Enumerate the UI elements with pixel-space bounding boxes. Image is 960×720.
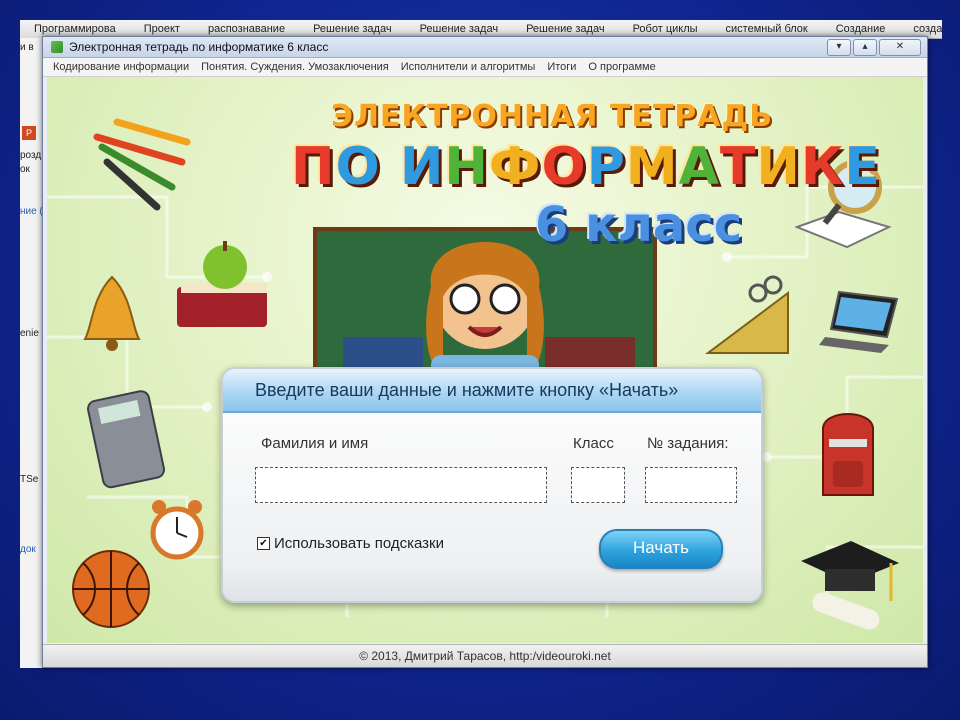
task-number-input[interactable] — [645, 467, 737, 503]
laptop-icon — [819, 290, 899, 353]
title-bar[interactable]: Электронная тетрадь по информатике 6 кла… — [43, 37, 927, 58]
taskbar-item[interactable]: Создание — [822, 23, 900, 35]
menu-item-about[interactable]: О программе — [582, 61, 661, 73]
taskbar-item[interactable]: Решение задач — [299, 23, 406, 35]
banner-letter: А — [678, 137, 720, 197]
banner-letter: О — [541, 137, 587, 197]
class-input[interactable] — [571, 467, 625, 503]
start-button[interactable]: Начать — [599, 529, 723, 569]
taskbar-item[interactable]: Проект — [130, 23, 194, 35]
banner-letter: Е — [844, 137, 881, 197]
taskbar-item[interactable]: Решение задач — [406, 23, 513, 35]
bg-text-fragment: ние ( — [20, 206, 43, 217]
minimize-button[interactable]: ▾ — [827, 39, 851, 56]
banner-letter: Н — [444, 137, 489, 197]
taskbar-item[interactable]: Робот циклы — [619, 23, 712, 35]
banner-letter: К — [800, 137, 845, 197]
taskbar-item[interactable]: распознавание — [194, 23, 299, 35]
hints-option[interactable]: ✔ Использовать подсказки — [257, 535, 444, 552]
window-controls: ▾ ▴ ✕ — [827, 39, 921, 56]
banner-letter: М — [625, 137, 679, 197]
backpack-icon — [822, 413, 874, 496]
menu-item-executors[interactable]: Исполнители и алгоритмы — [395, 61, 542, 73]
dialog-header: Введите ваши данные и нажмите кнопку «На… — [223, 369, 761, 413]
background-window: и в P розд ок ние ( enie TSe док — [20, 38, 43, 668]
bg-text-fragment: ок — [20, 164, 30, 175]
app-window: Электронная тетрадь по информатике 6 кла… — [42, 36, 928, 668]
pencils-icon — [93, 118, 191, 211]
banner-letter: П — [291, 137, 336, 197]
bg-text-fragment: док — [20, 544, 36, 555]
banner-letter: И — [756, 137, 801, 197]
bg-text-fragment: розд — [20, 150, 42, 161]
bg-text-fragment: и в — [20, 42, 34, 53]
ruler-scissors-icon — [705, 275, 789, 354]
menu-item-concepts[interactable]: Понятия. Суждения. Умозаключения — [195, 61, 395, 73]
hints-label: Использовать подсказки — [274, 535, 444, 552]
banner-letter: И — [399, 137, 445, 197]
app-icon — [51, 41, 63, 53]
name-label: Фамилия и имя — [261, 435, 369, 452]
taskbar-item[interactable]: системный блок — [712, 23, 822, 35]
dialog-title: Введите ваши данные и нажмите кнопку «На… — [255, 379, 679, 400]
banner-title-line3: 6 класс — [535, 197, 743, 253]
name-input[interactable] — [255, 467, 547, 503]
banner-letter: Ф — [488, 137, 542, 197]
footer-copyright: © 2013, Дмитрий Тарасов, http:/videourok… — [43, 644, 927, 667]
task-label: № задания: — [647, 435, 729, 452]
restore-button[interactable]: ▴ — [853, 39, 877, 56]
bg-text-fragment: TSe — [20, 474, 39, 485]
graduation-cap-icon — [801, 541, 899, 630]
class-label: Класс — [573, 435, 614, 452]
close-button[interactable]: ✕ — [879, 39, 921, 56]
window-title: Электронная тетрадь по информатике 6 кла… — [69, 40, 329, 54]
banner-title-line2: ПО ИНФОРМАТИКЕ — [291, 137, 881, 197]
banner-letter: Р — [586, 137, 626, 197]
menu-item-results[interactable]: Итоги — [541, 61, 582, 73]
bell-icon — [83, 275, 141, 351]
hints-checkbox[interactable]: ✔ — [257, 537, 270, 550]
book-apple-icon — [177, 241, 267, 327]
taskbar-item[interactable]: создан — [899, 23, 942, 35]
banner-letter: О — [335, 137, 381, 197]
bg-text-fragment: enie — [20, 328, 39, 339]
main-canvas: ЭЛЕКТРОННАЯ ТЕТРАДЬ ПО ИНФОРМАТИКЕ 6 кла… — [47, 77, 923, 643]
start-dialog: Введите ваши данные и нажмите кнопку «На… — [221, 367, 763, 603]
menu-item-coding[interactable]: Кодирование информации — [43, 61, 195, 73]
banner-letter — [381, 137, 400, 197]
banner-letter: Т — [719, 137, 757, 197]
powerpoint-icon[interactable]: P — [22, 126, 36, 140]
menu-bar: Кодирование информации Понятия. Суждения… — [43, 58, 927, 77]
banner-title-line1: ЭЛЕКТРОННАЯ ТЕТРАДЬ — [331, 99, 774, 134]
alarm-clock-icon — [150, 500, 204, 560]
taskbar-item[interactable]: Решение задач — [512, 23, 619, 35]
calculator-icon — [87, 390, 166, 489]
basketball-icon — [72, 550, 150, 628]
taskbar-item[interactable]: Программирова — [20, 23, 130, 35]
